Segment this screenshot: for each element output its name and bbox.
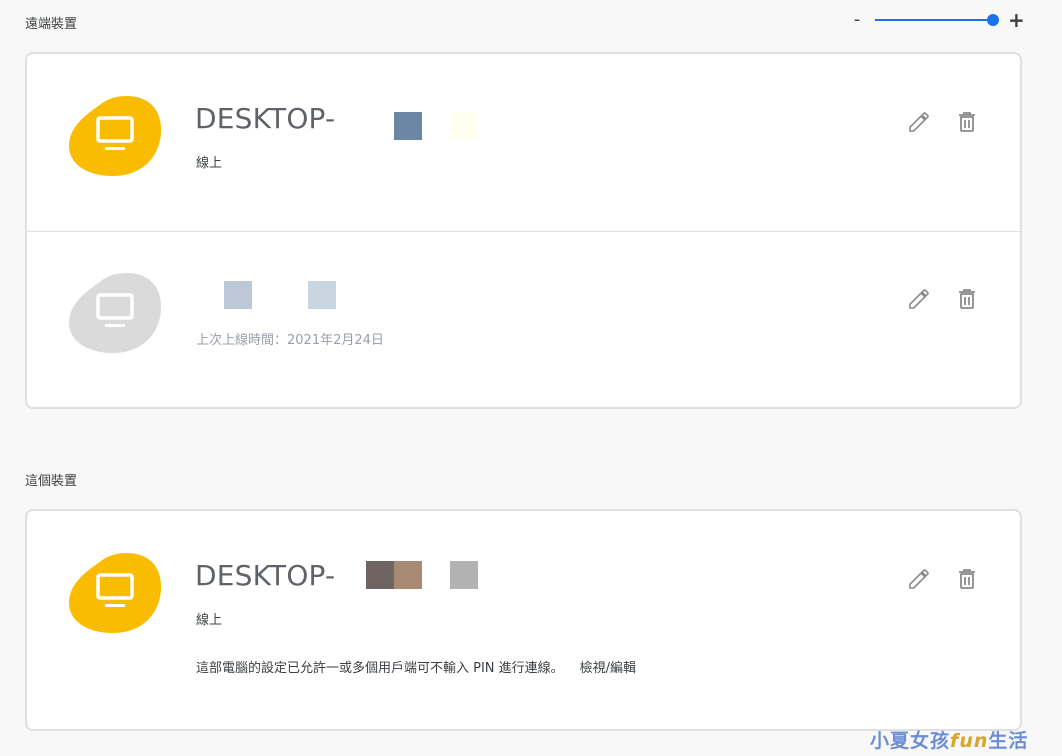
trash-icon[interactable] xyxy=(955,287,979,311)
device-name: DESKTOP- xyxy=(195,559,336,592)
pin-settings-note: 這部電腦的設定已允許一或多個用戶端可不輸入 PIN 進行連線。 檢視/編輯 xyxy=(196,657,636,676)
watermark-char: 活 xyxy=(1008,730,1029,752)
zoom-slider-thumb[interactable] xyxy=(986,14,999,26)
watermark: 小夏女孩fun生活 xyxy=(870,726,1028,753)
this-device-card: DESKTOP- 線上 這部電腦的設定已允許一或多個用戶端可不輸入 PIN 進行… xyxy=(25,509,1022,731)
device-name: DESKTOP- xyxy=(195,102,336,135)
view-edit-link[interactable]: 檢視/編輯 xyxy=(580,661,636,676)
zoom-control: - + xyxy=(846,8,1026,34)
pencil-icon[interactable] xyxy=(907,110,931,134)
zoom-out-button[interactable]: - xyxy=(850,9,864,30)
zoom-in-button[interactable]: + xyxy=(1008,8,1025,32)
trash-icon[interactable] xyxy=(955,110,979,134)
watermark-char: 女孩 xyxy=(910,730,951,752)
pencil-icon[interactable] xyxy=(907,567,931,591)
remote-device-row[interactable]: DESKTOP- 線上 xyxy=(27,54,1020,230)
monitor-icon xyxy=(69,553,162,633)
monitor-icon xyxy=(69,273,162,353)
redacted-block xyxy=(308,281,336,309)
remote-device-row[interactable]: 上次上線時間：2021年2月24日 xyxy=(27,231,1020,407)
monitor-icon xyxy=(69,96,162,176)
redacted-block xyxy=(394,561,422,589)
pin-note-text: 這部電腦的設定已允許一或多個用戶端可不輸入 PIN 進行連線。 xyxy=(196,661,564,676)
device-status: 線上 xyxy=(196,613,223,628)
watermark-char: 生 xyxy=(988,730,1009,752)
trash-icon[interactable] xyxy=(955,567,979,591)
watermark-char: 小 xyxy=(870,730,891,752)
redacted-block xyxy=(394,112,422,140)
device-last-online: 上次上線時間：2021年2月24日 xyxy=(196,333,384,348)
this-device-row[interactable]: DESKTOP- 線上 這部電腦的設定已允許一或多個用戶端可不輸入 PIN 進行… xyxy=(27,511,1020,731)
this-device-heading: 這個裝置 xyxy=(25,474,78,489)
watermark-char: 夏 xyxy=(890,730,911,752)
redacted-block xyxy=(450,561,478,589)
redacted-block xyxy=(366,561,394,589)
remote-devices-heading: 遠端裝置 xyxy=(25,17,78,32)
zoom-slider-track[interactable] xyxy=(875,19,995,21)
remote-devices-card: DESKTOP- 線上 上次上線時間：2021年2月24日 xyxy=(25,52,1022,409)
redacted-block xyxy=(450,112,478,140)
device-status: 線上 xyxy=(196,156,223,171)
redacted-block xyxy=(224,281,252,309)
watermark-fun: fun xyxy=(950,730,989,752)
pencil-icon[interactable] xyxy=(907,287,931,311)
